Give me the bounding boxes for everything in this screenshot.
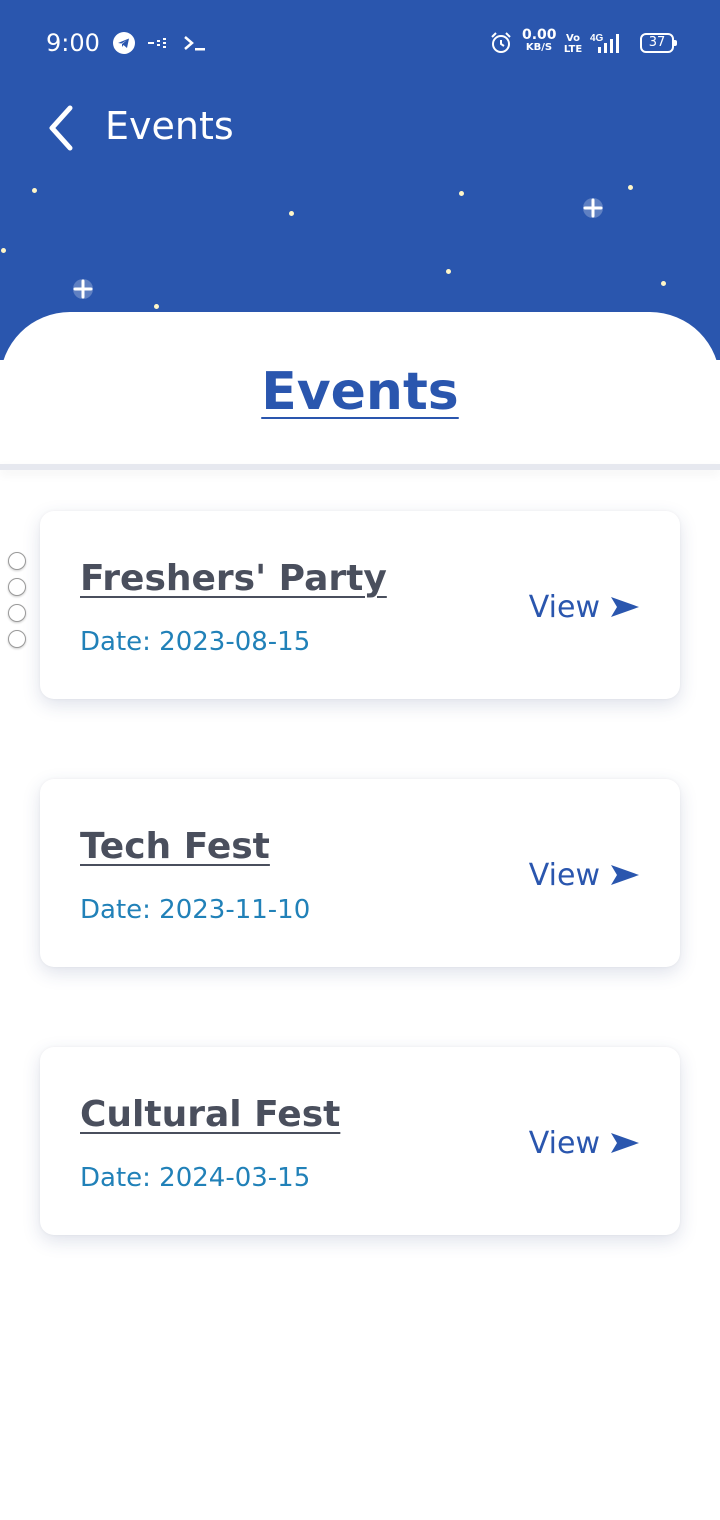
scroll-indicator-dot xyxy=(8,630,26,648)
event-title[interactable]: Cultural Fest xyxy=(80,1093,340,1137)
star-decoration xyxy=(628,185,633,190)
event-card[interactable]: Cultural Fest Date: 2024-03-15 View xyxy=(40,1047,680,1235)
event-card[interactable]: Tech Fest Date: 2023-11-10 View xyxy=(40,779,680,967)
star-decoration xyxy=(154,304,159,309)
view-button[interactable]: View xyxy=(529,587,640,627)
battery-icon: 37 xyxy=(640,33,677,53)
alarm-icon xyxy=(491,32,511,53)
star-decoration xyxy=(32,188,37,193)
event-title[interactable]: Tech Fest xyxy=(80,825,270,869)
volte-bottom: LTE xyxy=(563,44,583,55)
event-date: Date: 2023-11-10 xyxy=(80,895,311,925)
status-bar: 9:00 0.00 KB/S Vo LTE 4G 37 xyxy=(0,0,720,88)
volte-indicator: Vo LTE xyxy=(563,33,583,59)
signal-icon: 4G xyxy=(590,33,619,53)
event-date: Date: 2023-08-15 xyxy=(80,627,311,657)
network-type: 4G xyxy=(590,33,604,44)
view-label: View xyxy=(528,589,600,625)
scroll-indicator-dot xyxy=(8,552,26,570)
status-time: 9:00 xyxy=(46,29,100,57)
section-divider xyxy=(0,464,720,470)
view-label: View xyxy=(528,1125,600,1161)
star-decoration xyxy=(1,248,6,253)
section-title: Events xyxy=(261,362,459,422)
star-decoration xyxy=(289,211,294,216)
star-decoration xyxy=(661,281,666,286)
chevron-left-icon xyxy=(49,105,73,151)
back-button[interactable] xyxy=(40,100,88,156)
event-title[interactable]: Freshers' Party xyxy=(80,557,387,601)
scroll-indicator-dot xyxy=(8,578,26,596)
view-label: View xyxy=(528,857,600,893)
network-speed-value: 0.00 xyxy=(522,27,557,43)
sparkle-icon xyxy=(73,279,93,299)
header-banner: 9:00 0.00 KB/S Vo LTE 4G 37 Events xyxy=(0,0,720,360)
network-speed: 0.00 KB/S xyxy=(522,27,557,59)
sparkle-icon xyxy=(583,198,603,218)
volte-top: Vo xyxy=(565,33,581,44)
app-bar-title: Events xyxy=(105,104,234,148)
terminal-icon xyxy=(184,36,205,51)
view-button[interactable]: View xyxy=(529,1123,640,1163)
star-decoration xyxy=(459,191,464,196)
scroll-indicator-dot xyxy=(8,604,26,622)
event-card[interactable]: Freshers' Party Date: 2023-08-15 View xyxy=(40,511,680,699)
telegram-icon xyxy=(113,32,135,54)
arrow-right-icon xyxy=(611,1133,639,1153)
battery-level: 37 xyxy=(648,35,666,50)
dots-icon xyxy=(148,38,166,48)
network-speed-unit: KB/S xyxy=(525,42,553,53)
star-decoration xyxy=(446,269,451,274)
arrow-right-icon xyxy=(611,865,639,885)
event-date: Date: 2024-03-15 xyxy=(80,1163,311,1193)
arrow-right-icon xyxy=(611,597,639,617)
view-button[interactable]: View xyxy=(529,855,640,895)
scroll-indicator[interactable] xyxy=(6,552,28,652)
